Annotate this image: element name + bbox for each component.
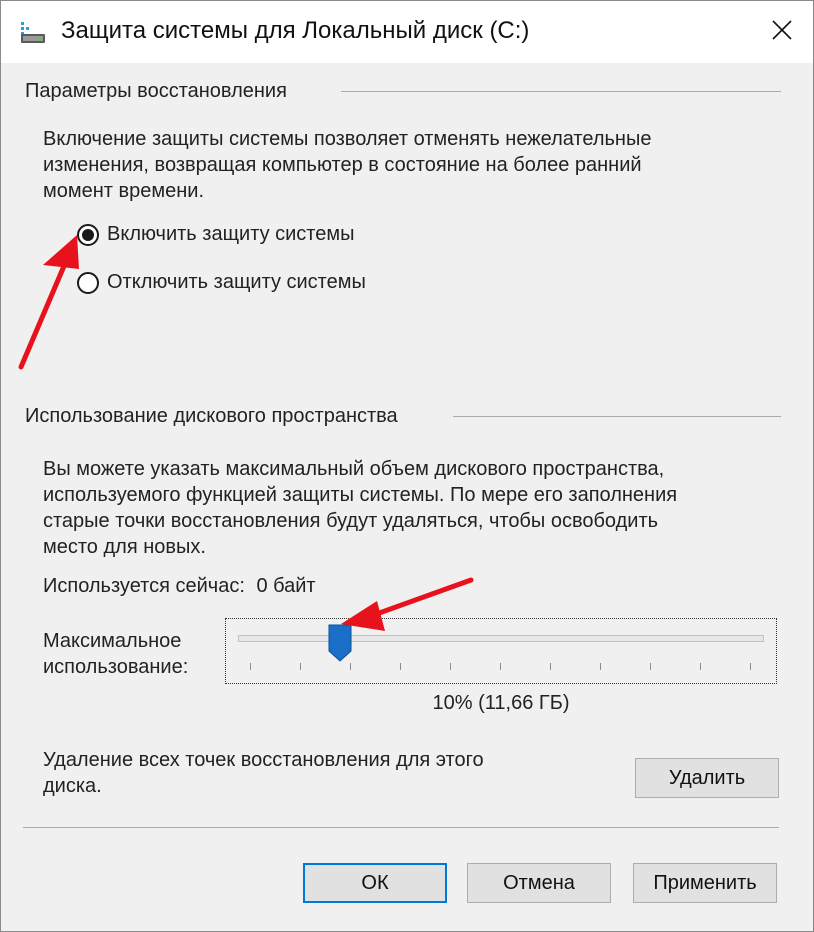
- current-usage-label: Используется сейчас:: [43, 575, 245, 597]
- slider-tick: [700, 663, 701, 670]
- close-button[interactable]: [751, 1, 813, 63]
- radio-enable-protection[interactable]: Включить защиту системы: [77, 223, 355, 246]
- radio-enable-protection-label: Включить защиту системы: [107, 223, 355, 245]
- slider-thumb[interactable]: [328, 624, 352, 662]
- close-icon: [771, 19, 793, 46]
- slider-tick: [600, 663, 601, 670]
- slider-value-label: 10% (11,66 ГБ): [432, 692, 570, 714]
- window-title: Защита системы для Локальный диск (C:): [61, 17, 530, 44]
- ok-button[interactable]: ОК: [303, 863, 447, 903]
- slider-tick: [750, 663, 751, 670]
- slider-tick: [400, 663, 401, 670]
- current-usage-row: Используется сейчас: 0 байт: [43, 573, 316, 599]
- max-usage-slider[interactable]: [225, 618, 777, 684]
- apply-button[interactable]: Применить: [633, 863, 777, 903]
- current-usage-value: 0 байт: [256, 575, 316, 597]
- restore-settings-description: Включение защиты системы позволяет отмен…: [43, 128, 652, 202]
- radio-button-selected[interactable]: [77, 223, 99, 246]
- cancel-button[interactable]: Отмена: [467, 863, 611, 903]
- radio-button-unselected[interactable]: [77, 271, 99, 294]
- delete-points-description: Удаление всех точек восстановления для э…: [43, 749, 484, 797]
- slider-tick: [550, 663, 551, 670]
- system-protection-drive-icon: [19, 19, 47, 47]
- slider-tick: [250, 663, 251, 670]
- slider-tick: [650, 663, 651, 670]
- footer-separator: [23, 827, 779, 828]
- radio-disable-protection-label: Отключить защиту системы: [107, 271, 366, 293]
- disk-usage-group-label: Использование дискового пространства: [25, 405, 398, 427]
- slider-tick: [350, 663, 351, 670]
- radio-disable-protection[interactable]: Отключить защиту системы: [77, 271, 366, 294]
- slider-tick: [450, 663, 451, 670]
- slider-tick: [500, 663, 501, 670]
- disk-usage-description: Вы можете указать максимальный объем дис…: [43, 458, 678, 558]
- system-protection-dialog: Защита системы для Локальный диск (C:) П…: [0, 0, 814, 932]
- restore-settings-group-label: Параметры восстановления: [25, 80, 287, 102]
- radio-dot: [82, 228, 94, 241]
- slider-track[interactable]: [238, 635, 764, 642]
- disk-usage-group-line: [453, 416, 781, 417]
- annotation-arrow-radio: [18, 235, 79, 370]
- delete-button[interactable]: Удалить: [635, 758, 779, 798]
- title-bar: Защита системы для Локальный диск (C:): [1, 1, 813, 63]
- restore-settings-group-line: [341, 91, 781, 92]
- slider-tick: [300, 663, 301, 670]
- max-usage-label: Максимальное использование:: [43, 630, 189, 678]
